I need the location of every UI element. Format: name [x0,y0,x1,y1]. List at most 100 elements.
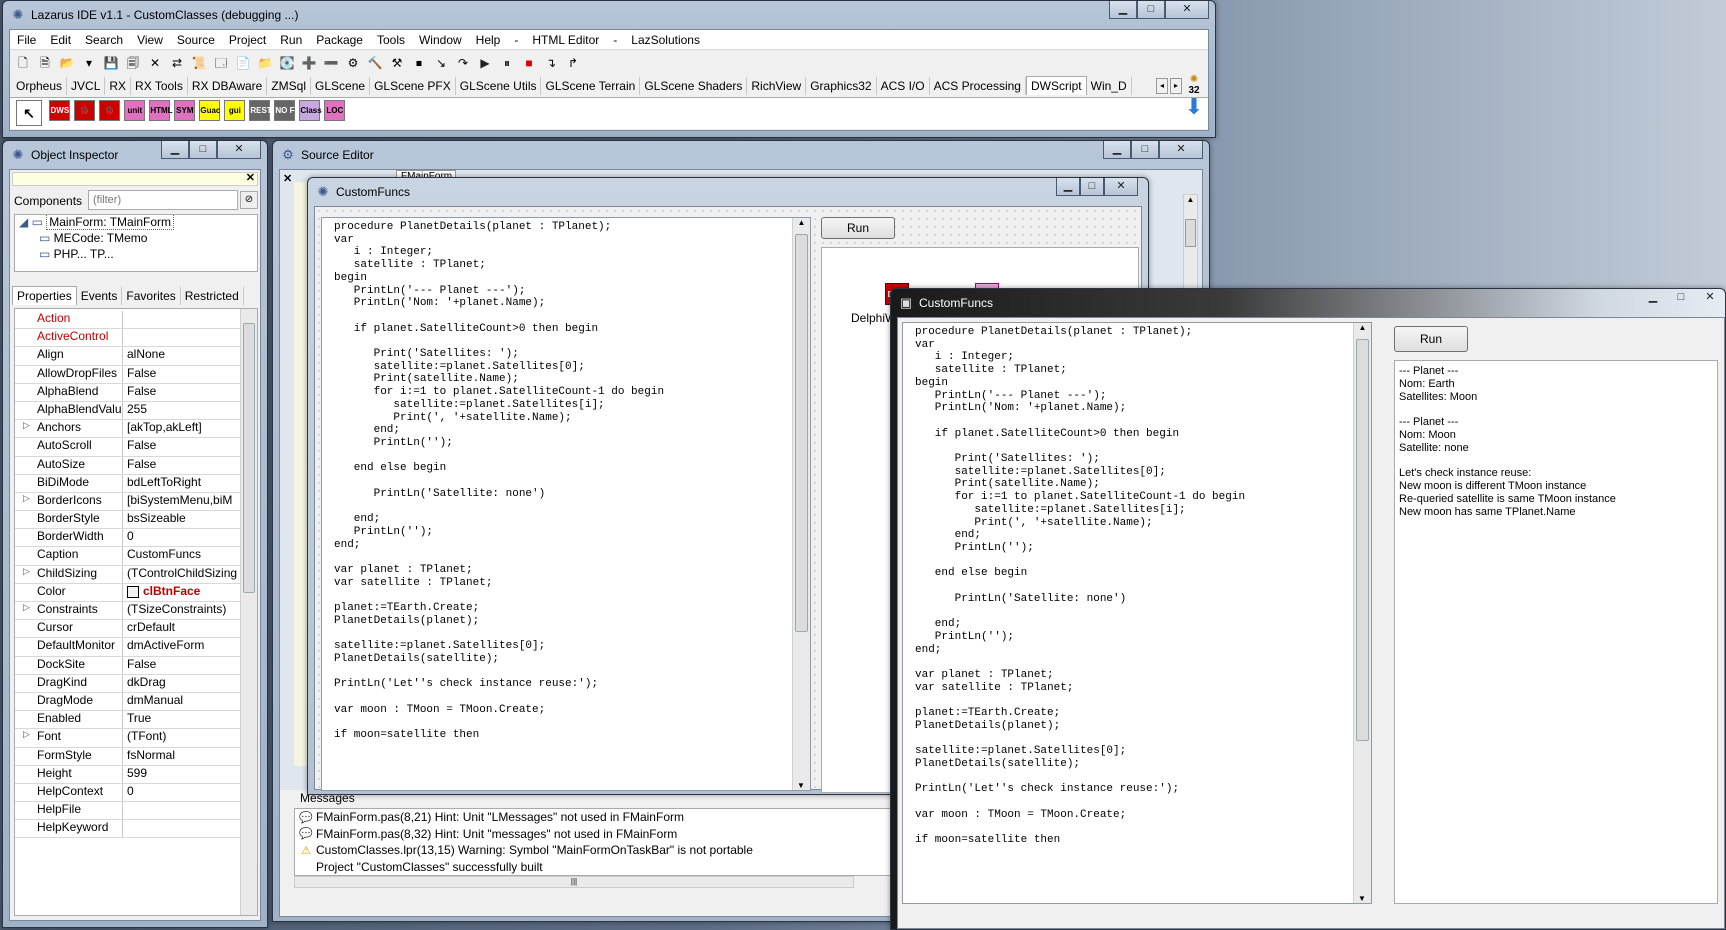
property-value[interactable]: clBtnFace [123,584,240,601]
minimize-button[interactable]: ▁ [1056,178,1080,196]
minimize-button[interactable]: ▁ [1103,141,1131,159]
property-value[interactable]: False [123,457,240,474]
property-value[interactable]: 255 [123,402,240,419]
property-value[interactable]: (TControlChildSizing [123,566,240,583]
design-code-memo[interactable]: procedure PlanetDetails(planet : TPlanet… [321,217,811,791]
compile-icon[interactable]: ⚒ [387,53,407,73]
property-row[interactable]: HelpContext 0 [15,783,240,803]
minimize-button[interactable]: ▁ [1639,289,1667,307]
design-run-button[interactable]: Run [821,217,895,239]
property-row[interactable]: Color clBtnFace [15,583,240,602]
menu-item[interactable]: Tools [370,33,412,47]
palette-tab[interactable]: GLScene [311,77,371,95]
toggle-form-icon[interactable]: ⇄ [167,53,187,73]
property-row[interactable]: ActiveControl [15,329,240,348]
property-value[interactable]: bsSizeable [123,511,240,528]
menu-item[interactable]: Run [273,33,309,47]
maximize-button[interactable]: □ [1667,289,1695,307]
palette-component-button[interactable]: HTML [149,100,173,121]
menu-item[interactable]: Search [78,33,130,47]
runtime-run-button[interactable]: Run [1394,326,1468,352]
property-row[interactable]: HelpKeyword [15,820,240,839]
property-value[interactable]: alNone [123,347,240,364]
expand-arrow-icon[interactable]: ▷ [23,420,30,431]
add-to-project-icon[interactable]: ➕ [299,53,319,73]
property-row[interactable]: AutoSize False [15,456,240,475]
pause-icon[interactable]: ⏸ [497,53,517,73]
expand-arrow-icon[interactable]: ▷ [23,566,30,577]
scroll-down-icon[interactable]: ▼ [793,781,809,790]
runtime-form-title-bar[interactable]: ▣ CustomFuncs [891,289,1725,317]
property-row[interactable]: Align alNone [15,347,240,366]
scroll-down-icon[interactable]: ▼ [1354,894,1370,903]
build-icon[interactable]: 🔨 [365,53,385,73]
run-icon[interactable]: ▶ [475,53,495,73]
inspector-tab[interactable]: Restricted [181,287,244,305]
close-button[interactable]: ✕ [217,141,261,159]
step-into-icon[interactable]: ↘ [431,53,451,73]
menu-item[interactable]: Source [170,33,222,47]
inspector-tab[interactable]: Events [77,287,123,305]
property-value[interactable] [123,820,240,837]
property-value[interactable]: dkDrag [123,675,240,692]
property-value[interactable] [123,802,240,819]
save-all-icon[interactable]: 🗐 [123,53,143,73]
property-row[interactable]: ▷ Constraints (TSizeConstraints) [15,602,240,621]
palette-tab[interactable]: Win_D [1087,77,1132,95]
step-over-icon[interactable]: ↷ [453,53,473,73]
palette-component-button[interactable]: 🐞 [99,100,121,121]
property-row[interactable]: AlphaBlend False [15,383,240,402]
palette-tab[interactable]: Graphics32 [806,77,877,95]
property-value[interactable]: False [123,366,240,383]
property-row[interactable]: Action [15,311,240,330]
remove-from-project-icon[interactable]: ➖ [321,53,341,73]
palette-component-button[interactable]: Guac [199,100,220,121]
inspector-tab[interactable]: Properties [12,286,77,305]
palette-tab[interactable]: ACS I/O [877,77,930,95]
stop-icon[interactable]: ⏹ [409,53,429,73]
palette-component-button[interactable]: RESTR FS [249,100,290,121]
property-value[interactable]: True [123,711,240,728]
palette-tab[interactable]: GLScene Terrain [541,77,641,95]
open-icon[interactable]: 📂 [57,53,77,73]
palette-tab[interactable]: RX DBAware [188,77,268,95]
minimize-button[interactable]: ▁ [161,141,189,159]
property-row[interactable]: ▷ Anchors [akTop,akLeft] [15,420,240,439]
expand-arrow-icon[interactable]: ▷ [23,493,30,504]
property-row[interactable]: Enabled True [15,711,240,730]
property-value[interactable]: 599 [123,766,240,783]
palette-tab[interactable]: Orpheus [12,77,68,95]
stop-run-icon[interactable]: ■ [519,53,539,73]
property-value[interactable]: False [123,657,240,674]
menu-item[interactable]: Package [309,33,370,47]
runtime-output-memo[interactable]: --- Planet --- Nom: Earth Satellites: Mo… [1394,360,1718,904]
property-row[interactable]: Height 599 [15,765,240,784]
property-value[interactable]: crDefault [123,620,240,637]
maximize-button[interactable]: □ [1137,1,1165,19]
property-value[interactable]: [akTop,akLeft] [123,420,240,437]
property-value[interactable]: bdLeftToRight [123,475,240,492]
tree-item[interactable]: ▭ MECode: TMemo [15,231,257,247]
menu-item[interactable]: Window [412,33,469,47]
property-value[interactable] [123,311,240,328]
maximize-button[interactable]: □ [1131,141,1159,159]
runtime-memo-scrollbar[interactable]: ▲ ▼ [1353,323,1371,903]
property-value[interactable]: [biSystemMenu,biM [123,493,240,510]
property-value[interactable]: False [123,384,240,401]
property-value[interactable]: dmActiveForm [123,638,240,655]
palette-component-button[interactable]: Class [299,100,322,121]
property-value[interactable]: 0 [123,529,240,546]
main-title-bar[interactable]: ✺ Lazarus IDE v1.1 - CustomClasses (debu… [3,1,1215,29]
minimize-button[interactable]: ▁ [1109,1,1137,19]
tree-item[interactable]: ▭ PHP... TP... [15,247,257,263]
palette-tab[interactable]: ACS Processing [930,77,1026,95]
property-row[interactable]: ▷ Font (TFont) [15,729,240,748]
tree-item[interactable]: ◢ ▭ MainForm: TMainForm [15,215,257,231]
expand-arrow-icon[interactable]: ▷ [23,729,30,740]
new-project-icon[interactable]: 📄 [233,53,253,73]
palette-tab[interactable]: GLScene Utils [456,77,542,95]
save-icon[interactable]: 💾 [101,53,121,73]
close-button[interactable]: ✕ [1165,1,1209,19]
property-row[interactable]: FormStyle fsNormal [15,747,240,766]
new-form-icon[interactable]: 🗎 [35,53,55,73]
